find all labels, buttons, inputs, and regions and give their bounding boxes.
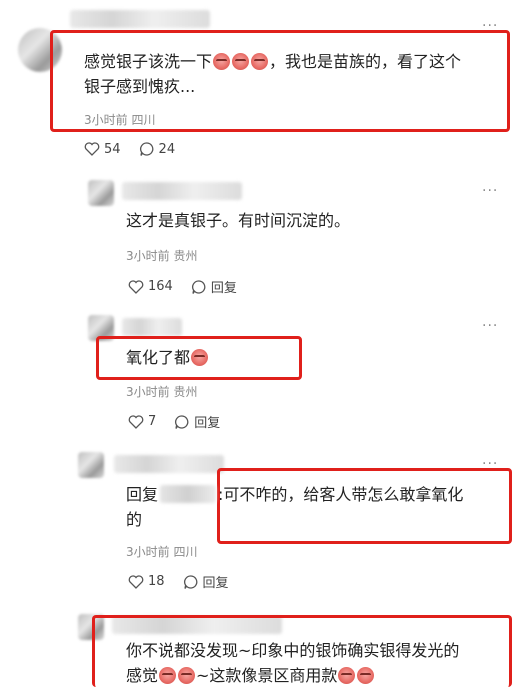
like-button[interactable]: 18 <box>128 574 165 589</box>
comment-bubble-icon <box>175 414 189 429</box>
comment-text: 你不说都没发现~印象中的银饰确实银得发光的 感觉 ~这款像景区商用款 <box>126 641 460 685</box>
comment-meta: 3小时前 贵州 <box>126 249 198 263</box>
comment-bubble-icon <box>183 574 197 589</box>
heart-icon <box>128 414 144 429</box>
emoji-icon <box>338 667 356 684</box>
heart-icon <box>128 279 144 294</box>
comment-text: 氧化了都 <box>126 345 209 370</box>
like-count: 164 <box>148 279 173 294</box>
more-options-icon[interactable]: ··· <box>482 183 498 199</box>
like-button[interactable]: 7 <box>128 414 156 429</box>
comment-bubble-icon <box>139 142 153 156</box>
emoji-icon <box>213 53 231 70</box>
emoji-icon <box>251 53 269 70</box>
comment-meta: 3小时前 四川 <box>84 113 156 127</box>
more-options-icon[interactable]: ··· <box>482 318 498 334</box>
comment-actions: 54 24 <box>84 141 175 157</box>
reply-button[interactable]: 回复 <box>174 412 220 431</box>
reply-button[interactable]: 回复 <box>183 572 229 591</box>
comment-meta: 3小时前 四川 <box>126 545 198 559</box>
reply-button[interactable]: 24 <box>139 141 176 157</box>
avatar[interactable] <box>78 452 104 478</box>
emoji-icon <box>191 349 209 366</box>
comment-text: 回复:可不咋的，给客人带怎么敢拿氧化 的 <box>126 485 464 529</box>
reply-button[interactable]: 回复 <box>191 277 237 296</box>
username-blurred[interactable] <box>114 455 224 473</box>
like-count: 7 <box>148 414 157 429</box>
emoji-icon <box>232 53 250 70</box>
reply-label: 回复 <box>202 576 229 591</box>
comment-actions: 164 回复 <box>128 277 237 296</box>
like-count: 54 <box>104 141 121 157</box>
emoji-icon <box>178 667 196 684</box>
mentioned-user-blurred[interactable] <box>160 485 217 503</box>
comment-bubble-icon <box>191 279 206 294</box>
like-button[interactable]: 54 <box>84 142 121 157</box>
emoji-icon <box>159 667 177 684</box>
like-count: 18 <box>148 574 165 589</box>
comment-text: 这才是真银子。有时间沉淀的。 <box>126 211 351 230</box>
comment-actions: 18 回复 <box>128 572 229 591</box>
avatar[interactable] <box>88 180 114 206</box>
reply-count: 24 <box>158 141 176 157</box>
username-blurred[interactable] <box>122 182 242 200</box>
reply-label: 回复 <box>194 416 221 431</box>
comment-actions: 7 回复 <box>128 412 220 431</box>
reply-label: 回复 <box>210 281 237 296</box>
emoji-icon <box>357 667 375 684</box>
username-blurred[interactable] <box>70 10 210 28</box>
comment-meta: 3小时前 贵州 <box>126 385 198 399</box>
username-blurred[interactable] <box>122 318 182 336</box>
like-button[interactable]: 164 <box>128 279 173 294</box>
comment-text: 感觉银子该洗一下 ，我也是苗族的，看了这个 银子感到愧疚... <box>84 52 462 96</box>
heart-icon <box>128 574 144 589</box>
heart-icon <box>84 142 100 156</box>
